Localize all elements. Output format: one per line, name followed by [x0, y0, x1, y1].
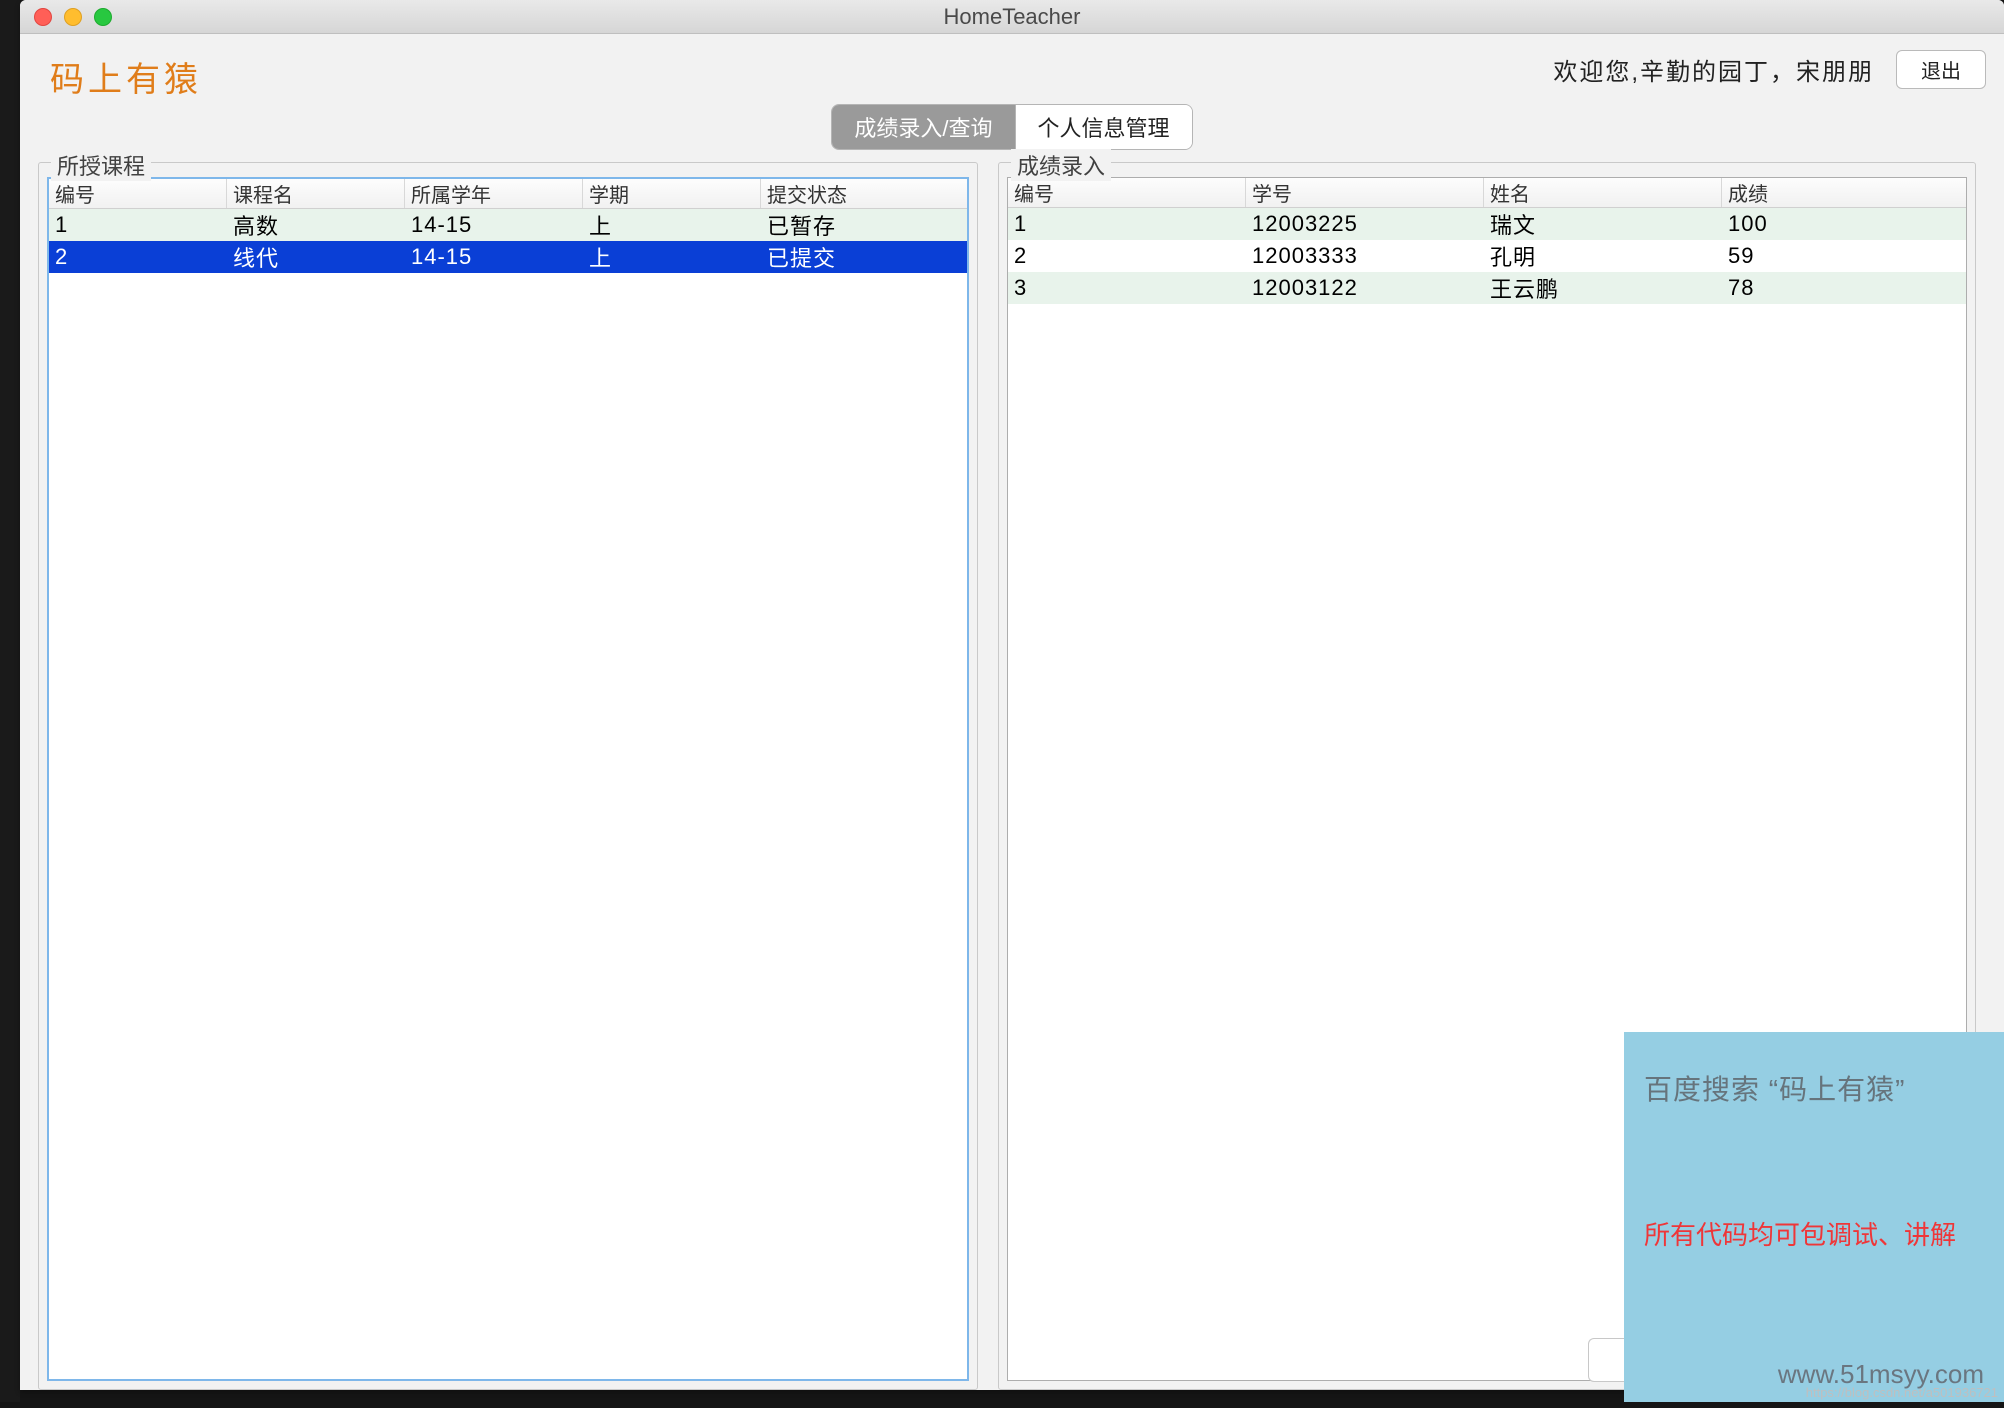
app-logo: 码上有猿: [38, 44, 202, 101]
banner-line2: 所有代码均可包调试、讲解: [1644, 1215, 1984, 1252]
partial-button[interactable]: [1588, 1338, 1624, 1382]
courses-header: 编号 课程名 所属学年 学期 提交状态: [49, 179, 967, 209]
cell-id: 2: [49, 244, 227, 270]
cell-id: 1: [49, 212, 227, 238]
window-title: HomeTeacher: [20, 4, 2004, 30]
cell-id: 1: [1008, 211, 1246, 237]
traffic-lights: [20, 8, 112, 26]
promo-banner: 百度搜索 “码上有猿” 所有代码均可包调试、讲解 www.51msyy.com: [1624, 1032, 2004, 1402]
cell-year: 14-15: [405, 212, 583, 238]
cell-student-id: 12003333: [1246, 243, 1484, 269]
grades-header: 编号 学号 姓名 成绩: [1008, 178, 1966, 208]
logout-button[interactable]: 退出: [1896, 50, 1986, 89]
table-row[interactable]: 2 12003333 孔明 59: [1008, 240, 1966, 272]
col-year[interactable]: 所属学年: [405, 179, 583, 208]
cell-id: 3: [1008, 275, 1246, 301]
table-row[interactable]: 3 12003122 王云鹏 78: [1008, 272, 1966, 304]
cell-status: 已暂存: [761, 209, 967, 241]
maximize-icon[interactable]: [94, 8, 112, 26]
courses-table: 编号 课程名 所属学年 学期 提交状态 1 高数 14-15 上 已暂存: [47, 177, 969, 1381]
tab-bar: 成绩录入/查询 个人信息管理: [38, 104, 1986, 150]
tab-grades[interactable]: 成绩录入/查询: [832, 105, 1014, 149]
col-id[interactable]: 编号: [1008, 178, 1246, 207]
cell-term: 上: [583, 241, 761, 273]
col-score[interactable]: 成绩: [1722, 178, 1966, 207]
cell-name: 瑞文: [1484, 208, 1722, 240]
tab-profile[interactable]: 个人信息管理: [1015, 105, 1192, 149]
cell-score: 100: [1722, 211, 1966, 237]
col-status[interactable]: 提交状态: [761, 179, 967, 208]
cell-name: 孔明: [1484, 240, 1722, 272]
greeting-wrap: 欢迎您,辛勤的园丁，宋朋朋 退出: [1553, 44, 1986, 89]
cell-name: 王云鹏: [1484, 272, 1722, 304]
segmented-control: 成绩录入/查询 个人信息管理: [831, 104, 1192, 150]
col-student-id[interactable]: 学号: [1246, 178, 1484, 207]
cell-year: 14-15: [405, 244, 583, 270]
greeting-text: 欢迎您,辛勤的园丁，宋朋朋: [1553, 52, 1874, 87]
cell-score: 78: [1722, 275, 1966, 301]
cell-course: 高数: [227, 209, 405, 241]
col-id[interactable]: 编号: [49, 179, 227, 208]
cell-id: 2: [1008, 243, 1246, 269]
minimize-icon[interactable]: [64, 8, 82, 26]
table-row[interactable]: 1 高数 14-15 上 已暂存: [49, 209, 967, 241]
csdn-watermark: https://blog.csdn.net/a501936721: [1806, 1385, 1998, 1400]
cell-course: 线代: [227, 241, 405, 273]
col-course[interactable]: 课程名: [227, 179, 405, 208]
table-row[interactable]: 1 12003225 瑞文 100: [1008, 208, 1966, 240]
header-row: 码上有猿 欢迎您,辛勤的园丁，宋朋朋 退出: [38, 44, 1986, 102]
close-icon[interactable]: [34, 8, 52, 26]
col-name[interactable]: 姓名: [1484, 178, 1722, 207]
background-sliver: [0, 0, 20, 1402]
table-row[interactable]: 2 线代 14-15 上 已提交: [49, 241, 967, 273]
banner-line1: 百度搜索 “码上有猿”: [1644, 1068, 1984, 1108]
titlebar: HomeTeacher: [20, 0, 2004, 34]
cell-student-id: 12003225: [1246, 211, 1484, 237]
courses-group-label: 所授课程: [51, 149, 151, 181]
courses-group: 所授课程 编号 课程名 所属学年 学期 提交状态 1 高数 14-15 上: [38, 162, 978, 1390]
col-term[interactable]: 学期: [583, 179, 761, 208]
cell-status: 已提交: [761, 241, 967, 273]
cell-student-id: 12003122: [1246, 275, 1484, 301]
grades-group-label: 成绩录入: [1011, 149, 1111, 181]
cell-score: 59: [1722, 243, 1966, 269]
cell-term: 上: [583, 209, 761, 241]
